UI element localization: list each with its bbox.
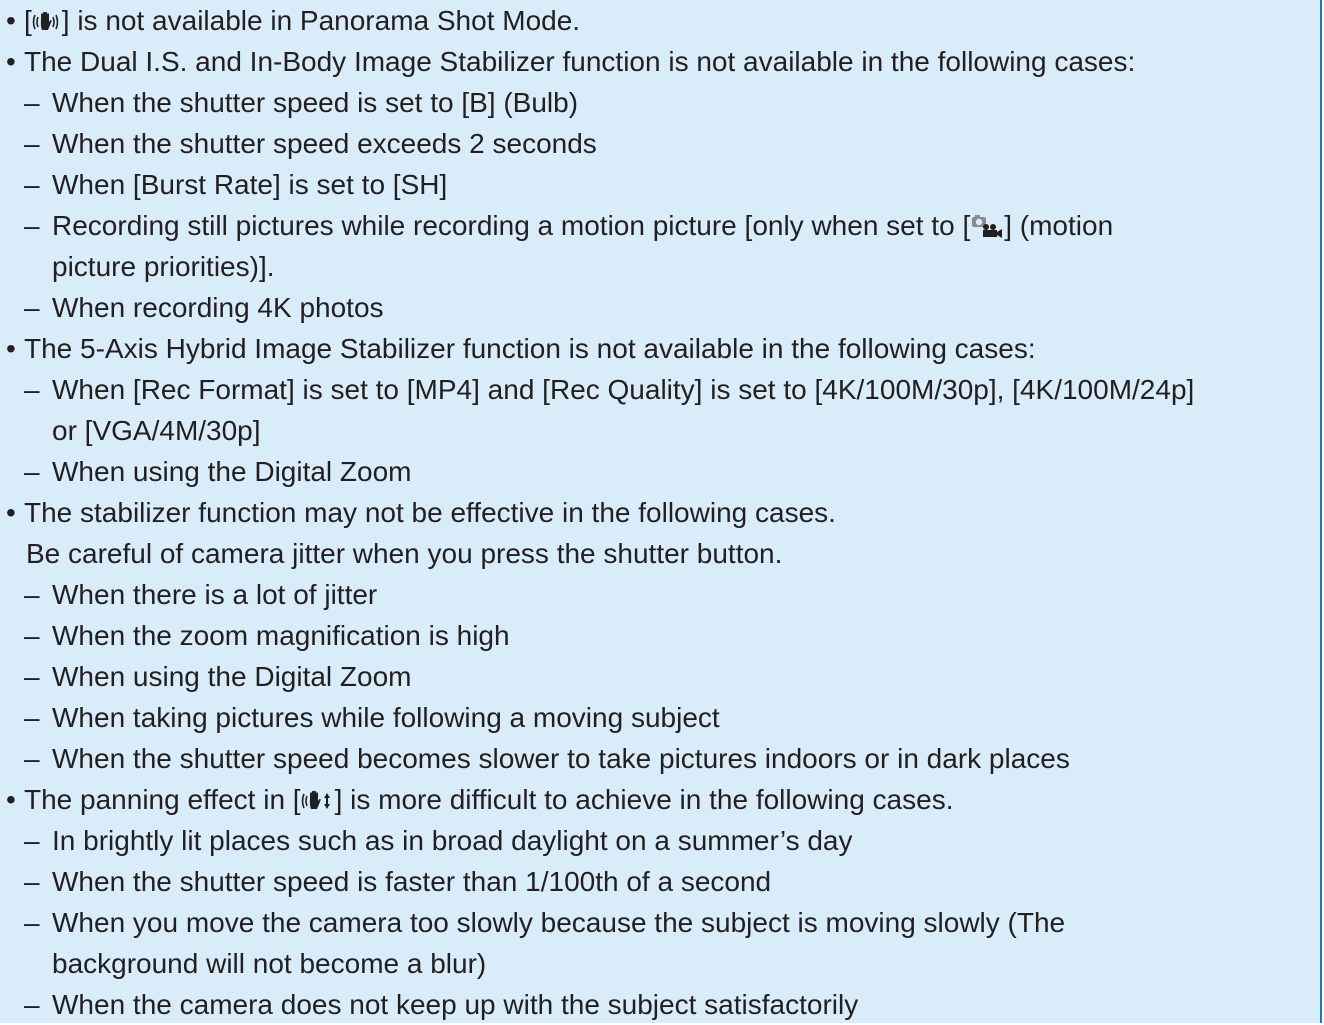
item-text: When the shutter speed exceeds 2 seconds [52, 128, 597, 159]
dash-marker: – [24, 579, 40, 610]
dash-marker: – [24, 374, 40, 405]
item-text: When the camera does not keep up with th… [52, 989, 859, 1020]
item-text-post: ] (motion [1004, 210, 1114, 241]
dash-item: – When taking pictures while following a … [6, 697, 1320, 738]
item-text-pre: The panning effect in [ [24, 784, 301, 815]
dash-item: – When [Burst Rate] is set to [SH] [6, 164, 1320, 205]
dash-item: – When you move the camera too slowly bec… [6, 902, 1320, 943]
dash-item: – When the shutter speed is set to [B] (B… [6, 82, 1320, 123]
dash-item: – When the shutter speed becomes slower t… [6, 738, 1320, 779]
item-text: When you move the camera too slowly beca… [52, 907, 1066, 938]
bullet-marker: • [6, 333, 16, 364]
bullet-marker: • [6, 46, 16, 77]
motion-picture-priority-icon [970, 213, 1004, 239]
item-text: background will not become a blur) [52, 948, 487, 979]
item-text-post: ] is more difficult to achieve in the fo… [334, 784, 954, 815]
item-text: When using the Digital Zoom [52, 456, 412, 487]
item-text-post: ] is not available in Panorama Shot Mode… [61, 5, 581, 36]
item-text: The 5-Axis Hybrid Image Stabilizer funct… [24, 333, 1036, 364]
dash-item: – When using the Digital Zoom [6, 451, 1320, 492]
stabilizer-vertical-icon [301, 789, 335, 813]
item-text: When taking pictures while following a m… [52, 702, 720, 733]
item-text: When the shutter speed is faster than 1/… [52, 866, 772, 897]
item-text-pre: Recording still pictures while recording… [52, 210, 971, 241]
note-panel: • [ ] is not available in Panorama Shot Mo… [0, 0, 1322, 1023]
continuation-line: background will not become a blur) [6, 943, 1320, 984]
dash-item: – When recording 4K photos [6, 287, 1320, 328]
bullet-item: • [ ] is not available in Panorama Shot Mo… [6, 0, 1320, 41]
item-text: or [VGA/4M/30p] [52, 415, 261, 446]
bullet-marker: • [6, 5, 16, 36]
dash-item: – In brightly lit places such as in broad… [6, 820, 1320, 861]
continuation-line: picture priorities)]. [6, 246, 1320, 287]
bullet-item: • The Dual I.S. and In-Body Image Stabili… [6, 41, 1320, 82]
item-text: In brightly lit places such as in broad … [52, 825, 853, 856]
item-text: When the shutter speed becomes slower to… [52, 743, 1070, 774]
dash-item: – When the shutter speed exceeds 2 second… [6, 123, 1320, 164]
item-text: The Dual I.S. and In-Body Image Stabiliz… [24, 46, 1136, 77]
dash-item: – When the shutter speed is faster than 1… [6, 861, 1320, 902]
item-text: Be careful of camera jitter when you pre… [26, 538, 783, 569]
dash-marker: – [24, 210, 40, 241]
item-text: When recording 4K photos [52, 292, 384, 323]
item-text: When the shutter speed is set to [B] (Bu… [52, 87, 579, 118]
item-text: picture priorities)]. [52, 251, 275, 282]
dash-marker: – [24, 620, 40, 651]
dash-marker: – [24, 702, 40, 733]
dash-item: – When the camera does not keep up with t… [6, 984, 1320, 1025]
dash-marker: – [24, 866, 40, 897]
item-text: When [Rec Format] is set to [MP4] and [R… [52, 374, 1195, 405]
bullet-marker: • [6, 497, 16, 528]
continuation-line: or [VGA/4M/30p] [6, 410, 1320, 451]
dash-marker: – [24, 456, 40, 487]
dash-marker: – [24, 661, 40, 692]
dash-marker: – [24, 907, 40, 938]
dash-item: – When the zoom magnification is high [6, 615, 1320, 656]
dash-marker: – [24, 743, 40, 774]
dash-item: – When there is a lot of jitter [6, 574, 1320, 615]
item-text: When the zoom magnification is high [52, 620, 510, 651]
dash-marker: – [24, 128, 40, 159]
bullet-item: • The panning effect in [ ] is more diffic… [6, 779, 1320, 820]
stabilizer-hand-icon [32, 10, 62, 34]
bullet-marker: • [6, 784, 16, 815]
note-text-line: Be careful of camera jitter when you pre… [6, 533, 1320, 574]
dash-marker: – [24, 825, 40, 856]
item-text-pre: [ [24, 5, 32, 36]
dash-item: – Recording still pictures while recordin… [6, 205, 1320, 246]
item-text: When there is a lot of jitter [52, 579, 378, 610]
dash-marker: – [24, 87, 40, 118]
bullet-item: • The stabilizer function may not be effe… [6, 492, 1320, 533]
item-text: When [Burst Rate] is set to [SH] [52, 169, 448, 200]
dash-item: – When using the Digital Zoom [6, 656, 1320, 697]
item-text: When using the Digital Zoom [52, 661, 412, 692]
dash-marker: – [24, 292, 40, 323]
dash-item: – When [Rec Format] is set to [MP4] and [… [6, 369, 1320, 410]
note-list: • [ ] is not available in Panorama Shot Mo… [6, 0, 1320, 1025]
bullet-item: • The 5-Axis Hybrid Image Stabilizer func… [6, 328, 1320, 369]
dash-marker: – [24, 989, 40, 1020]
dash-marker: – [24, 169, 40, 200]
item-text: The stabilizer function may not be effec… [24, 497, 836, 528]
